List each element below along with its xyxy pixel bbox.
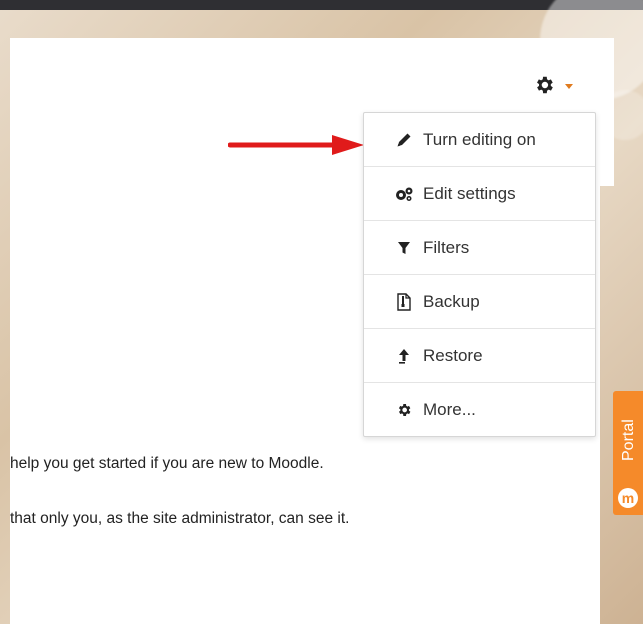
menu-item-filters[interactable]: Filters xyxy=(364,221,595,275)
annotation-arrow xyxy=(228,135,364,155)
menu-item-label: Backup xyxy=(423,291,480,311)
backup-file-icon xyxy=(394,292,414,312)
gears-icon xyxy=(394,184,414,204)
menu-item-turn-editing-on[interactable]: Turn editing on xyxy=(364,113,595,167)
menu-item-edit-settings[interactable]: Edit settings xyxy=(364,167,595,221)
upload-arrow-icon xyxy=(394,346,414,366)
menu-item-backup[interactable]: Backup xyxy=(364,275,595,329)
chevron-down-icon xyxy=(565,83,573,89)
menu-item-more[interactable]: More... xyxy=(364,383,595,436)
filter-icon xyxy=(394,238,414,258)
menu-item-label: Filters xyxy=(423,237,470,257)
menu-item-label: More... xyxy=(423,399,476,419)
pencil-icon xyxy=(394,130,414,150)
portal-side-tab[interactable]: Portal m xyxy=(613,391,643,515)
menu-item-restore[interactable]: Restore xyxy=(364,329,595,383)
welcome-text-line-1: help you get started if you are new to M… xyxy=(10,455,324,472)
top-navbar xyxy=(0,0,643,10)
gear-icon xyxy=(533,74,555,96)
menu-item-label: Edit settings xyxy=(423,183,516,203)
moodle-logo-icon: m xyxy=(618,488,638,508)
course-actions-menu-toggle[interactable] xyxy=(533,68,593,102)
portal-tab-label: Portal xyxy=(620,419,637,461)
course-actions-dropdown: Turn editing on Edit settings Filters Ba… xyxy=(363,112,596,437)
menu-item-label: Turn editing on xyxy=(423,129,536,149)
menu-item-label: Restore xyxy=(423,345,483,365)
welcome-text-line-2: that only you, as the site administrator… xyxy=(10,510,350,527)
gear-icon xyxy=(394,400,414,420)
